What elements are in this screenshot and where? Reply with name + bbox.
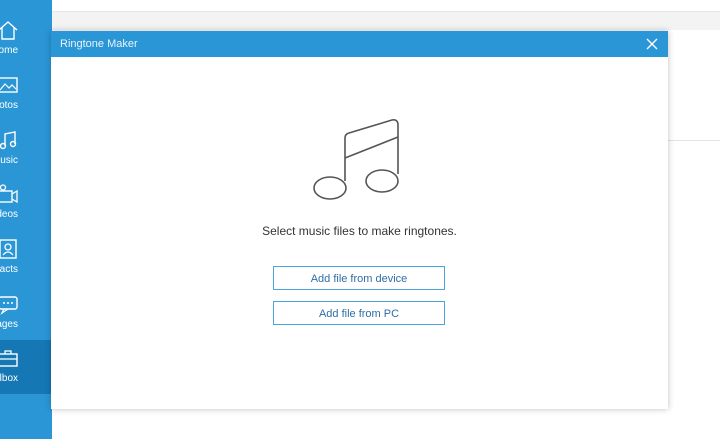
sidebar-item-music[interactable]: lusic xyxy=(0,122,52,176)
dialog-titlebar: Ringtone Maker xyxy=(51,31,668,57)
messages-icon xyxy=(0,296,18,315)
sidebar-item-home[interactable]: ome xyxy=(0,12,52,66)
sidebar-item-label: hotos xyxy=(0,100,18,111)
music-note-icon xyxy=(313,119,399,200)
instruction-text: Select music files to make ringtones. xyxy=(262,224,457,238)
sidebar-item-label: ntacts xyxy=(0,264,18,275)
sidebar-item-toolbox[interactable]: olbox xyxy=(0,340,52,394)
sidebar-item-label: olbox xyxy=(0,373,18,384)
add-file-from-pc-button[interactable]: Add file from PC xyxy=(273,301,445,325)
home-icon xyxy=(0,21,18,40)
sidebar-item-messages[interactable]: ssages xyxy=(0,286,52,340)
close-icon[interactable] xyxy=(644,36,660,52)
contacts-icon xyxy=(0,239,17,259)
dialog-title: Ringtone Maker xyxy=(60,38,138,50)
sidebar: ome hotos lusic ideos ntacts xyxy=(0,0,52,439)
ringtone-maker-dialog: Ringtone Maker Select music files to mak… xyxy=(51,31,668,409)
sidebar-item-label: ssages xyxy=(0,319,18,330)
sidebar-item-contacts[interactable]: ntacts xyxy=(0,231,52,285)
sidebar-item-label: ome xyxy=(0,45,18,56)
sidebar-item-label: ideos xyxy=(0,209,18,220)
sidebar-item-photos[interactable]: hotos xyxy=(0,67,52,121)
toolbox-icon xyxy=(0,350,18,367)
music-icon xyxy=(0,131,17,150)
photos-icon xyxy=(0,77,18,93)
add-file-from-device-button[interactable]: Add file from device xyxy=(273,266,445,290)
app-header xyxy=(52,0,720,12)
videos-icon xyxy=(0,184,18,204)
sidebar-item-label: lusic xyxy=(0,155,18,166)
sidebar-item-videos[interactable]: ideos xyxy=(0,176,52,230)
content-divider xyxy=(668,140,720,141)
